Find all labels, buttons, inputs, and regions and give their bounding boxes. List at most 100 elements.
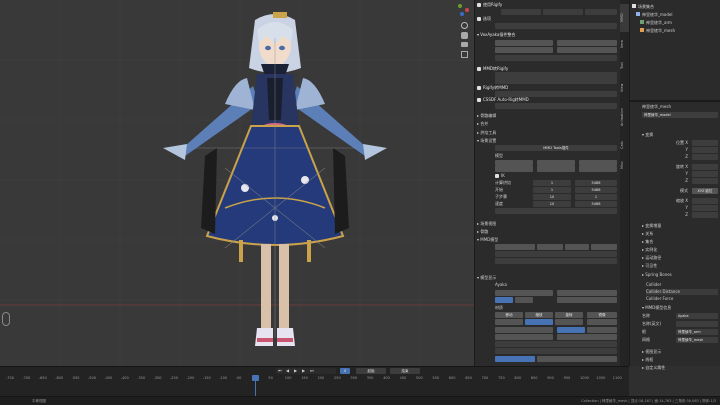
next-keyframe-icon[interactable]: ▶ bbox=[302, 368, 305, 374]
jump-end-icon[interactable]: ⏭ bbox=[310, 368, 314, 374]
collapsed-section[interactable]: ▸ 变换增量 bbox=[642, 223, 718, 229]
collapsed-section[interactable]: ▸ 运动路径 bbox=[642, 255, 718, 261]
physics-field[interactable]: 1 bbox=[575, 194, 617, 200]
checkbox-icon[interactable] bbox=[477, 17, 481, 21]
mmd-model-header[interactable]: ▾ MMD模型信息 bbox=[642, 305, 718, 311]
material-button[interactable] bbox=[495, 290, 553, 296]
tab-cats[interactable]: Cats bbox=[620, 136, 629, 154]
n-panel-tabs[interactable]: MMD Item Tool View Animation Cats Misc bbox=[620, 0, 629, 366]
physics-field[interactable]: 5486 bbox=[575, 201, 617, 207]
collapsed-section[interactable]: ▸ 实例化 bbox=[642, 247, 718, 253]
outliner-item[interactable]: 神里绫华_model bbox=[636, 12, 718, 18]
collapsed-section[interactable]: ▸ 自定义属性 bbox=[642, 365, 718, 371]
collapsed-section[interactable]: ▾ 模型显示 bbox=[477, 275, 618, 281]
rigify-row[interactable]: 使用Rigify bbox=[477, 2, 618, 8]
nav-gizmo[interactable] bbox=[455, 2, 471, 18]
physics-field[interactable]: 1 bbox=[533, 187, 571, 193]
op-button[interactable] bbox=[587, 319, 617, 325]
outliner-item[interactable]: 神里绫华_mesh bbox=[640, 28, 718, 34]
collider-item[interactable]: Collider Force bbox=[646, 296, 718, 302]
ik-row[interactable]: IK bbox=[495, 173, 618, 179]
options-row[interactable]: 选项 bbox=[477, 16, 618, 22]
name-field[interactable]: Ayaka bbox=[676, 313, 718, 319]
jump-start-icon[interactable]: ⏮ bbox=[278, 368, 282, 374]
model-select-field[interactable] bbox=[495, 251, 617, 257]
current-frame-field[interactable]: 0 bbox=[340, 368, 350, 374]
scale-z-field[interactable] bbox=[692, 212, 718, 218]
root-field[interactable]: 神里绫华_arm bbox=[676, 329, 718, 335]
axis-x-icon[interactable] bbox=[465, 8, 469, 12]
collapsed-section[interactable]: ▸ 视图显示 bbox=[642, 349, 718, 355]
model-op-button-3[interactable] bbox=[565, 244, 589, 250]
scale-y-field[interactable] bbox=[692, 205, 718, 211]
object-name-field[interactable]: 神里绫华_model bbox=[642, 112, 718, 118]
model-op-button-2[interactable] bbox=[537, 244, 563, 250]
rotation-x-field[interactable] bbox=[692, 164, 718, 170]
tab-item[interactable]: Item bbox=[620, 34, 629, 54]
model-op-button-1[interactable] bbox=[495, 244, 535, 250]
display-field-2[interactable] bbox=[495, 348, 617, 354]
display-field[interactable] bbox=[495, 341, 617, 347]
outliner[interactable]: 场景集合 神里绫华_model 神里绫华_arm 神里绫华_mesh bbox=[629, 0, 720, 100]
move-button[interactable]: 移动 bbox=[495, 312, 523, 318]
mode-button[interactable] bbox=[515, 297, 533, 303]
tab-view[interactable]: View bbox=[620, 78, 629, 98]
model-button-6[interactable] bbox=[579, 166, 617, 172]
mode-button-2[interactable] bbox=[557, 297, 617, 303]
physics-field[interactable]: 1 bbox=[533, 180, 571, 186]
prev-keyframe-icon[interactable]: ◀ bbox=[286, 368, 289, 374]
rotation-z-field[interactable] bbox=[692, 178, 718, 184]
footer-button-active[interactable] bbox=[495, 356, 535, 362]
bone-op-button-active[interactable] bbox=[557, 327, 585, 333]
collapsed-section[interactable]: ▸ 关系 bbox=[642, 231, 718, 237]
collapsed-section[interactable]: ▾ MMD模型 bbox=[477, 237, 618, 243]
checkbox-icon[interactable] bbox=[477, 3, 481, 7]
option-wide-button[interactable] bbox=[495, 23, 617, 29]
timeline[interactable]: ⏮ ◀ ▶ ▶ ⏭ 0 起始 结束 -750 -700 -650 -600 -550 -5… bbox=[0, 366, 629, 396]
n-panel[interactable]: 使用Rigify 选项 ▾ VoxAyaka插件整合 MMD转Rigify Ri… bbox=[474, 0, 620, 366]
mode-button-active[interactable] bbox=[495, 297, 513, 303]
tab-mmd[interactable]: MMD bbox=[620, 4, 629, 32]
op-button[interactable] bbox=[555, 319, 583, 325]
model-button-5[interactable] bbox=[537, 166, 575, 172]
axis-y-icon[interactable] bbox=[458, 4, 462, 8]
3d-viewport[interactable] bbox=[0, 0, 474, 366]
checkbox-icon[interactable] bbox=[477, 67, 481, 71]
mmd-to-rigify-button[interactable] bbox=[495, 40, 553, 46]
tab-misc[interactable]: Misc bbox=[620, 156, 629, 174]
outliner-item[interactable]: 场景集合 bbox=[632, 4, 718, 10]
playback-controls[interactable]: ⏮ ◀ ▶ ▶ ⏭ bbox=[276, 368, 336, 374]
properties-editor[interactable]: 神里绫华_mesh 神里绫华_model ▾ 变换 位置 X Y Z 旋转 X … bbox=[629, 100, 720, 370]
fix-button[interactable] bbox=[495, 47, 553, 53]
spring-bones-header[interactable]: ▸ Spring Bones bbox=[642, 272, 718, 278]
rigid-body-button[interactable] bbox=[495, 208, 617, 214]
location-x-field[interactable] bbox=[692, 140, 718, 146]
mesh-field[interactable]: 神里绫华_mesh bbox=[676, 337, 718, 343]
start-frame-field[interactable]: 起始 bbox=[356, 368, 386, 374]
collapsed-section[interactable]: ▸ 可见性 bbox=[642, 263, 718, 269]
grid-icon[interactable] bbox=[461, 51, 468, 58]
rotation-y-field[interactable] bbox=[692, 171, 718, 177]
model-field[interactable] bbox=[495, 258, 617, 264]
collapsed-section[interactable]: ▸ 骨骼 bbox=[477, 229, 618, 235]
zoom-icon[interactable] bbox=[461, 22, 468, 29]
play-icon[interactable]: ▶ bbox=[294, 368, 297, 374]
physics-field[interactable]: 10 bbox=[533, 201, 571, 207]
footer-button[interactable] bbox=[537, 356, 617, 362]
location-z-field[interactable] bbox=[692, 154, 718, 160]
name-e-field[interactable] bbox=[676, 321, 718, 327]
collider-item[interactable]: Collider bbox=[646, 282, 718, 288]
bone-op-button[interactable] bbox=[495, 327, 553, 333]
process-button[interactable] bbox=[495, 55, 617, 61]
mmd-tools-button[interactable]: MMD Tools插件 bbox=[495, 145, 617, 151]
rotate-button[interactable]: 旋转 bbox=[555, 312, 583, 318]
scale-x-field[interactable] bbox=[692, 198, 718, 204]
collapsed-section[interactable]: ▸ 骨骼编辑 bbox=[477, 113, 618, 119]
pan-hand-icon[interactable] bbox=[461, 32, 468, 39]
collapsed-section[interactable]: ▸ 线框 bbox=[642, 357, 718, 363]
checkbox-icon[interactable] bbox=[477, 98, 481, 102]
convert-button[interactable] bbox=[557, 47, 617, 53]
collapsed-section[interactable]: ▸ 集合 bbox=[642, 239, 718, 245]
rotation-mode-select[interactable]: XYZ 欧拉 bbox=[692, 188, 718, 194]
display-button[interactable] bbox=[495, 334, 553, 340]
